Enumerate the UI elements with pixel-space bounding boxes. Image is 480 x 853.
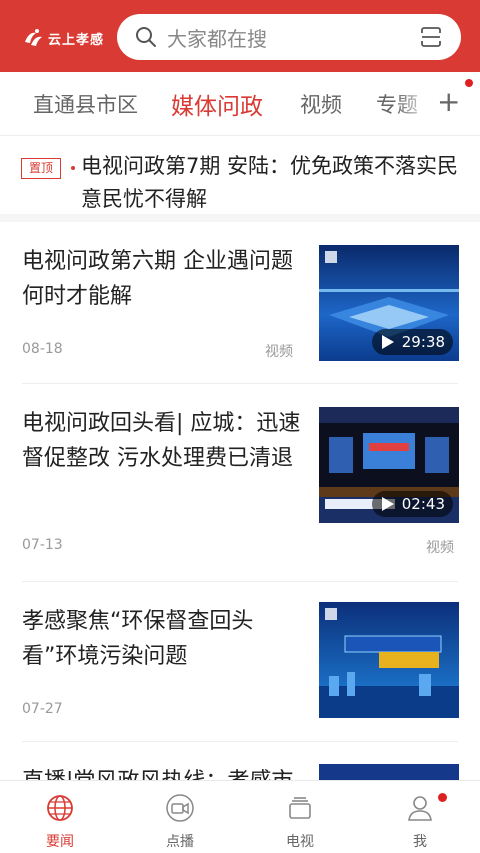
logo-mark-icon <box>25 29 42 46</box>
nav-tv[interactable]: 电视 <box>240 781 360 853</box>
video-duration: 29:38 <box>371 329 453 355</box>
news-item[interactable]: 电视问政回头看| 应城：迅速督促整改 污水处理费已清退 07-13 视频 02:… <box>0 384 480 582</box>
search-bar[interactable]: 大家都在搜 <box>117 14 461 60</box>
nav-vod[interactable]: 点播 <box>120 781 240 853</box>
bottom-nav: 要闻 点播 电视 我 <box>0 780 480 853</box>
news-item[interactable]: 电视问政第六期 企业遇问题何时才能解 08-18 视频 29:38 <box>0 222 480 384</box>
news-date: 07-27 <box>22 701 63 717</box>
app-logo[interactable]: 云上孝感 <box>22 26 104 50</box>
globe-icon <box>47 795 73 821</box>
news-thumbnail[interactable] <box>319 602 459 718</box>
notification-dot <box>465 79 473 87</box>
video-duration: 02:43 <box>371 491 453 517</box>
news-type: 视频 <box>265 344 293 360</box>
search-placeholder[interactable]: 大家都在搜 <box>167 23 267 52</box>
notification-dot <box>438 793 447 802</box>
tv-stack-icon <box>289 797 311 819</box>
add-channel-button[interactable]: + <box>437 85 460 118</box>
tab-video[interactable]: 视频 <box>300 89 342 119</box>
city-title-thumbnail <box>319 602 459 718</box>
tabs-fade <box>395 72 435 135</box>
news-thumbnail[interactable]: 02:43 <box>319 407 459 523</box>
tab-media-inquiry[interactable]: 媒体问政 <box>171 87 263 121</box>
tab-county[interactable]: 直通县市区 <box>33 89 138 119</box>
news-date: 07-13 <box>22 537 63 553</box>
nav-label: 要闻 <box>46 834 74 850</box>
news-item[interactable]: 孝感聚焦“环保督查回头看”环境污染问题 07-27 <box>0 582 480 742</box>
search-icon <box>136 27 156 47</box>
nav-news[interactable]: 要闻 <box>0 781 120 853</box>
news-title[interactable]: 电视问政回头看| 应城：迅速督促整改 污水处理费已清退 <box>22 406 304 476</box>
news-type: 视频 <box>426 540 454 556</box>
scan-icon[interactable] <box>419 25 443 49</box>
duration-text: 29:38 <box>401 333 445 351</box>
news-title[interactable]: 孝感聚焦“环保督查回头看”环境污染问题 <box>22 604 304 674</box>
play-icon <box>381 497 394 511</box>
pinned-badge: 置顶 <box>21 158 61 179</box>
top-header: 云上孝感 大家都在搜 <box>0 0 480 72</box>
bullet-dot <box>71 166 75 170</box>
play-icon <box>381 335 394 349</box>
user-icon <box>408 796 432 821</box>
news-thumbnail[interactable]: 29:38 <box>319 245 459 361</box>
nav-label: 点播 <box>166 834 194 850</box>
pinned-article[interactable]: 置顶 电视问政第7期 安陆：优免政策不落实民意民忧不得解 <box>0 136 480 222</box>
channel-tabs: 直通县市区 媒体问政 视频 专题 + <box>0 72 480 136</box>
video-camera-icon <box>166 794 194 822</box>
pinned-title[interactable]: 电视问政第7期 安陆：优免政策不落实民意民忧不得解 <box>81 150 461 216</box>
logo-text: 云上孝感 <box>48 32 105 48</box>
nav-me[interactable]: 我 <box>360 781 480 853</box>
duration-text: 02:43 <box>401 495 445 513</box>
news-title[interactable]: 电视问政第六期 企业遇问题何时才能解 <box>22 244 304 314</box>
nav-label: 电视 <box>286 834 314 850</box>
news-date: 08-18 <box>22 341 63 357</box>
nav-label: 我 <box>413 834 427 850</box>
